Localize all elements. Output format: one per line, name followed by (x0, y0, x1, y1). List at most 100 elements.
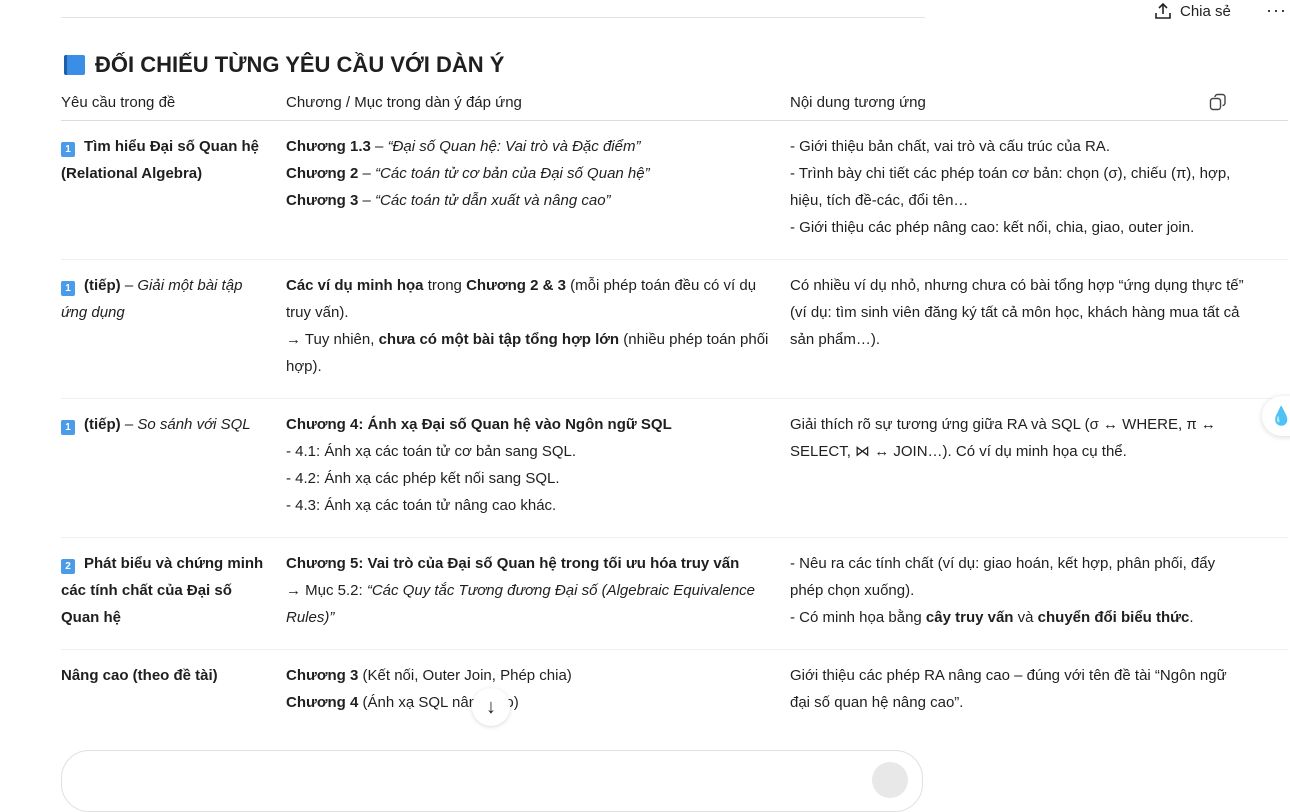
copy-table-icon[interactable] (1209, 93, 1227, 111)
cell-line: 1 (tiếp) – Giải một bài tập ứng dụng (61, 272, 270, 326)
cell-line: Có nhiều ví dụ nhỏ, nhưng chưa có bài tổ… (790, 272, 1248, 353)
table-cell: 1 (tiếp) – So sánh với SQL (61, 398, 286, 538)
cell-text: Chương 2 (286, 165, 359, 182)
cell-line: - Giới thiệu các phép nâng cao: kết nối,… (790, 214, 1248, 241)
cell-text: – (120, 277, 138, 294)
cell-line: Chương 3 (Kết nối, Outer Join, Phép chia… (286, 662, 774, 689)
table-cell: Giới thiệu các phép RA nâng cao – đúng v… (790, 650, 1288, 735)
book-icon (64, 55, 85, 75)
share-label: Chia sẻ (1180, 2, 1231, 20)
cell-text: → Mục 5.2: (286, 582, 367, 599)
cell-text: Có nhiều ví dụ nhỏ, nhưng chưa có bài tổ… (790, 277, 1244, 348)
cell-line: Chương 5: Vai trò của Đại số Quan hệ tro… (286, 550, 774, 577)
cell-text: (Kết nối, Outer Join, Phép chia) (358, 667, 572, 684)
table-cell: Chương 3 (Kết nối, Outer Join, Phép chia… (286, 650, 790, 735)
cell-text: Tìm hiểu Đại số Quan hệ (Relational Alge… (61, 138, 260, 182)
table-cell: Giải thích rõ sự tương ứng giữa RA và SQ… (790, 398, 1288, 538)
table-cell: - Nêu ra các tính chất (ví dụ: giao hoán… (790, 537, 1288, 650)
cell-line: Các ví dụ minh họa trong Chương 2 & 3 (m… (286, 272, 774, 326)
requirements-table: Yêu cầu trong đề Chương / Mục trong dàn … (61, 88, 1288, 734)
more-options-icon[interactable]: ··· (1266, 0, 1287, 20)
cell-line: → Mục 5.2: “Các Quy tắc Tương đương Đại … (286, 577, 774, 631)
cell-line: Giải thích rõ sự tương ứng giữa RA và SQ… (790, 411, 1248, 465)
cell-line: 1 Tìm hiểu Đại số Quan hệ (Relational Alg… (61, 133, 270, 187)
cell-line: Chương 4: Ánh xạ Đại số Quan hệ vào Ngôn… (286, 411, 774, 438)
cell-text: Chương 5: Vai trò của Đại số Quan hệ tro… (286, 555, 740, 572)
cell-line: Chương 4 (Ánh xạ SQL nâng cao) (286, 689, 774, 716)
cell-text: - Giới thiệu bản chất, vai trò và cấu tr… (790, 138, 1110, 155)
cell-line: - Trình bày chi tiết các phép toán cơ bả… (790, 160, 1248, 214)
cell-text: - Trình bày chi tiết các phép toán cơ bả… (790, 165, 1231, 209)
cell-line: Chương 3 – “Các toán tử dẫn xuất và nâng… (286, 187, 774, 214)
table-row: 1 Tìm hiểu Đại số Quan hệ (Relational Alg… (61, 120, 1288, 260)
cell-text: trong (423, 277, 467, 294)
table-cell: Chương 4: Ánh xạ Đại số Quan hệ vào Ngôn… (286, 398, 790, 538)
table-cell: Có nhiều ví dụ nhỏ, nhưng chưa có bài tổ… (790, 259, 1288, 399)
cell-text: (tiếp) (84, 277, 121, 294)
table-cell: Chương 1.3 – “Đại số Quan hệ: Vai trò và… (286, 120, 790, 260)
cell-line: → Tuy nhiên, chưa có một bài tập tổng hợ… (286, 326, 774, 380)
cell-text: - Giới thiệu các phép nâng cao: kết nối,… (790, 219, 1195, 236)
cell-line: Giới thiệu các phép RA nâng cao – đúng v… (790, 662, 1248, 716)
cell-text: Chương 3 (286, 667, 359, 684)
cell-text: So sánh với SQL (137, 416, 251, 433)
cell-line: - Có minh họa bằng cây truy vấn và chuyể… (790, 604, 1248, 631)
cell-text: Các ví dụ minh họa (286, 277, 424, 294)
column-header: Chương / Mục trong dàn ý đáp ứng (286, 88, 790, 121)
section-heading: ĐỐI CHIẾU TỪNG YÊU CẦU VỚI DÀN Ý (64, 52, 504, 78)
cell-text: Phát biểu và chứng minh các tính chất củ… (61, 555, 264, 626)
cell-line: 1 (tiếp) – So sánh với SQL (61, 411, 270, 438)
cell-text: Chương 1.3 (286, 138, 371, 155)
cell-line: - Giới thiệu bản chất, vai trò và cấu tr… (790, 133, 1248, 160)
page-title: ĐỐI CHIẾU TỪNG YÊU CẦU VỚI DÀN Ý (95, 52, 505, 77)
share-button[interactable]: Chia sẻ (1154, 0, 1231, 22)
cell-line: - 4.2: Ánh xạ các phép kết nối sang SQL. (286, 465, 774, 492)
arrow-down-icon: ↓ (486, 695, 496, 718)
table-row: 1 (tiếp) – Giải một bài tập ứng dụng Các v… (61, 259, 1288, 399)
table-row: Nâng cao (theo đề tài) Chương 3 (Kết nối,… (61, 650, 1288, 735)
cell-text: – (358, 192, 376, 209)
table-cell: 2 Phát biểu và chứng minh các tính chất c… (61, 537, 286, 650)
table-row: 2 Phát biểu và chứng minh các tính chất c… (61, 537, 1288, 650)
table-row: 1 (tiếp) – So sánh với SQL Chương 4: Ánh x… (61, 398, 1288, 538)
share-icon (1155, 2, 1171, 19)
cell-text: - Nêu ra các tính chất (ví dụ: giao hoán… (790, 555, 1216, 599)
table-cell: Nâng cao (theo đề tài) (61, 650, 286, 735)
cell-text: và (1013, 609, 1038, 626)
table-cell: - Giới thiệu bản chất, vai trò và cấu tr… (790, 120, 1288, 260)
scroll-down-button[interactable]: ↓ (472, 688, 510, 726)
table-cell: 1 Tìm hiểu Đại số Quan hệ (Relational Alg… (61, 120, 286, 260)
cell-text: Chương 3 (286, 192, 359, 209)
cell-text: Giới thiệu các phép RA nâng cao – đúng v… (790, 667, 1227, 711)
table-header-row: Yêu cầu trong đề Chương / Mục trong dàn … (61, 88, 1288, 121)
cell-line: Nâng cao (theo đề tài) (61, 662, 270, 689)
cell-text: – (120, 416, 138, 433)
cell-text: (tiếp) (84, 416, 121, 433)
cell-text: → Tuy nhiên, (286, 331, 379, 348)
cell-line: - Nêu ra các tính chất (ví dụ: giao hoán… (790, 550, 1248, 604)
cell-text: Nâng cao (theo đề tài) (61, 667, 218, 684)
cell-text: chuyển đổi biểu thức (1037, 609, 1190, 626)
cell-text: – (358, 165, 376, 182)
cell-text: - 4.3: Ánh xạ các toán tử nâng cao khác. (286, 497, 557, 514)
message-input[interactable] (61, 750, 923, 812)
cell-text: cây truy vấn (925, 609, 1014, 626)
number-badge-icon: 1 (61, 142, 75, 157)
table-cell: 1 (tiếp) – Giải một bài tập ứng dụng (61, 259, 286, 399)
table-cell: Chương 5: Vai trò của Đại số Quan hệ tro… (286, 537, 790, 650)
send-button[interactable] (872, 762, 908, 798)
cell-line: Chương 2 – “Các toán tử cơ bản của Đại s… (286, 160, 774, 187)
cell-line: Chương 1.3 – “Đại số Quan hệ: Vai trò và… (286, 133, 774, 160)
column-header: Yêu cầu trong đề (61, 88, 286, 121)
cell-line: - 4.3: Ánh xạ các toán tử nâng cao khác. (286, 492, 774, 519)
number-badge-icon: 1 (61, 281, 75, 296)
cell-line: 2 Phát biểu và chứng minh các tính chất c… (61, 550, 270, 631)
cell-text: Chương 2 & 3 (466, 277, 566, 294)
cell-text: . (1189, 609, 1194, 626)
number-badge-icon: 1 (61, 420, 75, 435)
table-cell: Các ví dụ minh họa trong Chương 2 & 3 (m… (286, 259, 790, 399)
cell-text: chưa có một bài tập tổng hợp lớn (378, 331, 620, 348)
cell-text: “Các toán tử dẫn xuất và nâng cao” (375, 192, 611, 209)
cell-text: “Các toán tử cơ bản của Đại số Quan hệ” (375, 165, 650, 182)
cell-text: Chương 4 (286, 694, 359, 711)
